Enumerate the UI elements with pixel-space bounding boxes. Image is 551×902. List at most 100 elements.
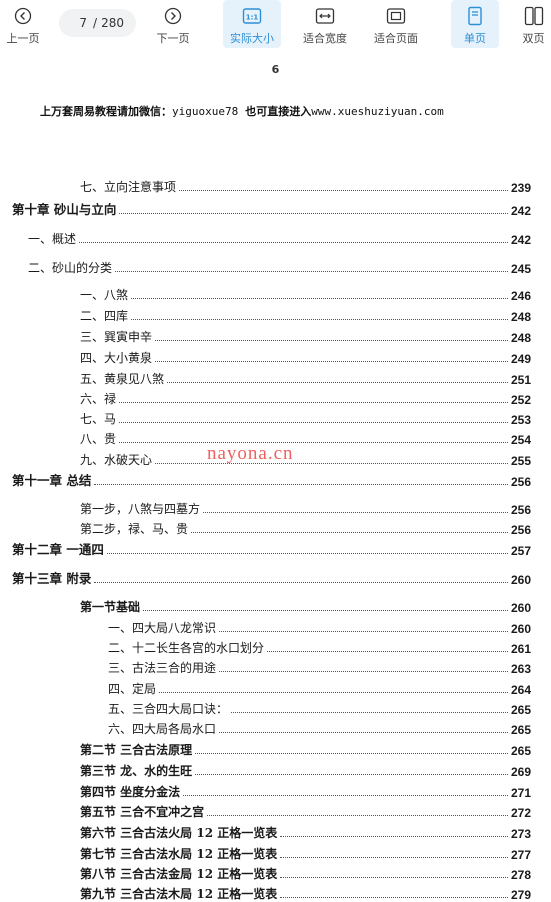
toc-title: 第四节 坐度分金法 <box>80 785 181 799</box>
toc-page: 242 <box>510 204 531 218</box>
toc-entry[interactable]: 第五节 三合不宜冲之宫 272 <box>80 800 531 820</box>
toc-entry[interactable]: 第九节 三合古法木局 12 正格一览表 279 <box>80 882 531 902</box>
toc-leader <box>183 795 508 796</box>
toc-entry[interactable]: 第四节 坐度分金法 271 <box>80 780 531 800</box>
toc-page: 264 <box>510 683 531 697</box>
toc-entry[interactable]: 六、四大局各局水口 265 <box>108 717 531 737</box>
toc-entry[interactable]: 第七节 三合古法水局 12 正格一览表 277 <box>80 842 531 862</box>
toc-leader <box>143 610 508 611</box>
toc-entry[interactable]: 第十一章 总结 256 <box>12 469 531 489</box>
toc-entry[interactable]: 第一节基础 260 <box>80 595 531 615</box>
double-page-button[interactable]: 双页 <box>516 0 551 48</box>
single-page-button[interactable]: 单页 <box>451 0 499 48</box>
total-pages: 280 <box>101 16 124 30</box>
toc-entry[interactable]: 第十三章 附录 260 <box>12 567 531 587</box>
toc-entry[interactable]: 一、四大局八龙常识 260 <box>108 616 531 636</box>
toc-entry[interactable]: 二、十二长生各宫的水口划分 261 <box>108 636 531 656</box>
toc-page: 249 <box>510 352 531 366</box>
toc-entry[interactable]: 六、禄 252 <box>80 387 531 407</box>
next-page-button[interactable]: 下一页 <box>151 0 195 48</box>
banner-text: 上万套周易教程请加微信： <box>40 105 172 118</box>
banner-text2: 也可直接进入 <box>245 105 312 118</box>
double-page-icon <box>523 5 545 27</box>
prev-page-label: 上一页 <box>6 32 40 45</box>
toc-page: 248 <box>510 310 531 324</box>
toc-entry[interactable]: 五、三合四大局口诀： 265 <box>108 697 531 717</box>
toc-page: 260 <box>510 601 531 615</box>
toc-leader <box>115 271 508 272</box>
toc-entry[interactable]: 第二节 三合古法原理 265 <box>80 738 531 758</box>
toc-entry[interactable]: 一、八煞 246 <box>80 283 531 303</box>
toc-title: 二、四库 <box>80 309 129 323</box>
toc-leader <box>106 553 508 554</box>
toc-page: 256 <box>510 475 531 489</box>
toc-entry[interactable]: 第三节 龙、水的生旺 269 <box>80 759 531 779</box>
toc-entry[interactable]: 一、概述 242 <box>28 227 531 247</box>
toc-leader <box>280 857 508 858</box>
toc-entry[interactable]: 九、水破天心 255 <box>80 448 531 468</box>
toc-entry[interactable]: 七、立向注意事项 239 <box>80 175 531 195</box>
prev-page-button[interactable]: 上一页 <box>2 0 44 48</box>
page-separator: / <box>93 16 98 30</box>
fit-width-label: 适合宽度 <box>303 32 347 45</box>
current-page-input[interactable] <box>71 16 88 30</box>
toc-title: 三、巽寅申辛 <box>80 330 153 344</box>
toc-page: 257 <box>510 544 531 558</box>
toc-entry[interactable]: 三、古法三合的用途 263 <box>108 656 531 676</box>
toc-page: 242 <box>510 233 531 247</box>
page-indicator: / 280 <box>59 9 136 37</box>
toc-page: 278 <box>510 868 531 882</box>
toc-title: 第一步，八煞与四墓方 <box>80 502 201 516</box>
toc-page: 251 <box>510 373 531 387</box>
toc-title: 第十章 砂山与立向 <box>12 202 117 217</box>
fit-page-button[interactable]: 适合页面 <box>367 0 425 48</box>
toc-page: 260 <box>510 622 531 636</box>
actual-size-button[interactable]: 1:1 实际大小 <box>223 0 281 48</box>
toc-entry[interactable]: 八、贵 254 <box>80 427 531 447</box>
promo-banner: 上万套周易教程请加微信：yiguoxue78 也可直接进入www.xueshuz… <box>40 103 444 119</box>
toc-leader <box>79 242 508 243</box>
toc-title: 第十三章 附录 <box>12 571 92 586</box>
toc-leader <box>179 190 508 191</box>
toc-entry[interactable]: 二、砂山的分类 245 <box>28 256 531 276</box>
toc-title: 第六节 三合古法火局 12 正格一览表 <box>80 826 278 840</box>
toc-entry[interactable]: 第十二章 一通四 257 <box>12 538 531 558</box>
chevron-left-icon <box>12 5 34 27</box>
toc-entry[interactable]: 五、黄泉见八煞 251 <box>80 367 531 387</box>
actual-size-label: 实际大小 <box>230 32 274 45</box>
chevron-right-icon <box>162 5 184 27</box>
toc-entry[interactable]: 四、定局 264 <box>108 677 531 697</box>
toc-leader <box>267 651 508 652</box>
toc-entry[interactable]: 第二步，禄、马、贵 256 <box>80 517 531 537</box>
toc-leader <box>131 298 508 299</box>
fit-width-button[interactable]: 适合宽度 <box>296 0 354 48</box>
fit-page-label: 适合页面 <box>374 32 418 45</box>
toc-leader <box>191 532 508 533</box>
toc-leader <box>155 340 508 341</box>
toc-title: 六、禄 <box>80 392 117 406</box>
toc-page: 256 <box>510 503 531 517</box>
toc-entry[interactable]: 二、四库 248 <box>80 304 531 324</box>
toc-leader <box>219 732 508 733</box>
toc-page: 271 <box>510 786 531 800</box>
toc-leader <box>159 692 508 693</box>
toc-leader <box>219 631 508 632</box>
toc-entry[interactable]: 第六节 三合古法火局 12 正格一览表 273 <box>80 821 531 841</box>
toc-leader <box>280 897 508 898</box>
toc-page: 263 <box>510 662 531 676</box>
toc-page: 277 <box>510 848 531 862</box>
toc-page: 272 <box>510 806 531 820</box>
toc-title: 八、贵 <box>80 432 117 446</box>
toc-title: 六、四大局各局水口 <box>108 722 217 736</box>
toc-title: 第三节 龙、水的生旺 <box>80 764 193 778</box>
toc-leader <box>195 774 508 775</box>
toc-entry[interactable]: 第十章 砂山与立向 242 <box>12 198 531 218</box>
toc-title: 五、黄泉见八煞 <box>80 372 165 386</box>
toc-title: 一、概述 <box>28 232 77 246</box>
toc-entry[interactable]: 七、马 253 <box>80 407 531 427</box>
page-number: 6 <box>271 63 280 76</box>
toc-entry[interactable]: 第八节 三合古法金局 12 正格一览表 278 <box>80 862 531 882</box>
toc-entry[interactable]: 三、巽寅申辛 248 <box>80 325 531 345</box>
toc-entry[interactable]: 第一步，八煞与四墓方 256 <box>80 497 531 517</box>
toc-entry[interactable]: 四、大小黄泉 249 <box>80 346 531 366</box>
